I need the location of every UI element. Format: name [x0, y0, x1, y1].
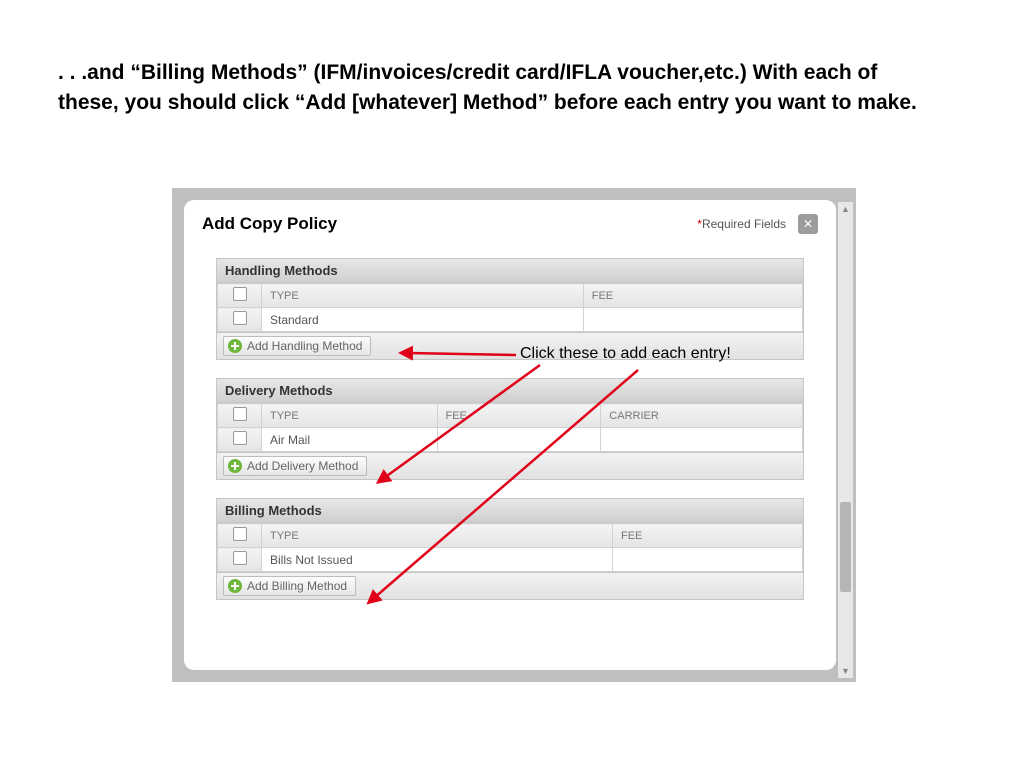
billing-methods-section: Billing Methods TYPE FEE Bills Not Issue… — [216, 498, 804, 600]
row-checkbox[interactable] — [218, 548, 262, 572]
handling-methods-title: Handling Methods — [217, 259, 803, 283]
col-fee: FEE — [437, 404, 601, 428]
col-type: TYPE — [262, 524, 613, 548]
col-fee: FEE — [583, 284, 802, 308]
plus-icon — [228, 579, 242, 593]
annotation-click-text: Click these to add each entry! — [520, 345, 731, 363]
plus-icon — [228, 459, 242, 473]
col-carrier: CARRIER — [601, 404, 803, 428]
scroll-up-icon[interactable]: ▲ — [838, 202, 853, 216]
col-type: TYPE — [262, 404, 438, 428]
plus-icon — [228, 339, 242, 353]
add-delivery-method-button[interactable]: Add Delivery Method — [223, 456, 367, 476]
add-handling-method-button[interactable]: Add Handling Method — [223, 336, 371, 356]
cell-type[interactable]: Standard — [262, 308, 584, 332]
cell-fee[interactable] — [437, 428, 601, 452]
scroll-thumb[interactable] — [840, 502, 851, 592]
cell-type[interactable]: Air Mail — [262, 428, 438, 452]
row-checkbox[interactable] — [218, 428, 262, 452]
col-type: TYPE — [262, 284, 584, 308]
table-row: Bills Not Issued — [218, 548, 803, 572]
billing-methods-title: Billing Methods — [217, 499, 803, 523]
select-all-checkbox[interactable] — [218, 404, 262, 428]
cell-type[interactable]: Bills Not Issued — [262, 548, 613, 572]
slide-instruction-text: . . .and “Billing Methods” (IFM/invoices… — [58, 58, 918, 119]
add-delivery-label: Add Delivery Method — [247, 459, 358, 473]
cell-fee[interactable] — [583, 308, 802, 332]
modal-title: Add Copy Policy — [202, 214, 337, 234]
close-icon[interactable]: ✕ — [798, 214, 818, 234]
scrollbar[interactable]: ▲ ▼ — [838, 202, 853, 678]
row-checkbox[interactable] — [218, 308, 262, 332]
select-all-checkbox[interactable] — [218, 524, 262, 548]
add-billing-label: Add Billing Method — [247, 579, 347, 593]
table-row: Air Mail — [218, 428, 803, 452]
scroll-down-icon[interactable]: ▼ — [838, 664, 853, 678]
delivery-methods-title: Delivery Methods — [217, 379, 803, 403]
screenshot-frame: ▲ ▼ Add Copy Policy *Required Fields ✕ H… — [172, 188, 856, 682]
select-all-checkbox[interactable] — [218, 284, 262, 308]
delivery-methods-section: Delivery Methods TYPE FEE CARRIER Air Ma… — [216, 378, 804, 480]
cell-fee[interactable] — [613, 548, 803, 572]
add-billing-method-button[interactable]: Add Billing Method — [223, 576, 356, 596]
cell-carrier[interactable] — [601, 428, 803, 452]
add-copy-policy-modal: Add Copy Policy *Required Fields ✕ Handl… — [184, 200, 836, 670]
required-fields-label: *Required Fields — [697, 217, 786, 231]
add-handling-label: Add Handling Method — [247, 339, 362, 353]
col-fee: FEE — [613, 524, 803, 548]
table-row: Standard — [218, 308, 803, 332]
